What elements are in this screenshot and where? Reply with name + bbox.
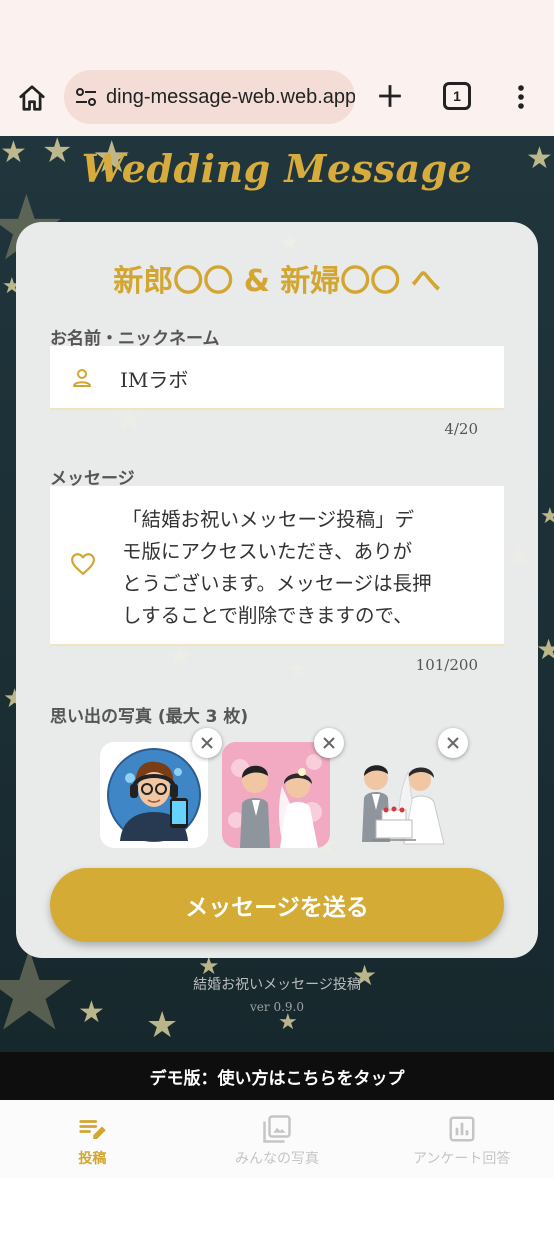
avatar-photo: [100, 742, 208, 848]
star-decoration: ★: [288, 658, 308, 683]
url-text: ding-message-web.web.app: [106, 85, 355, 108]
send-message-button[interactable]: メッセージを送る: [50, 868, 504, 942]
close-icon: [447, 737, 459, 749]
photo-thumbnail[interactable]: [346, 728, 468, 848]
cake-cutting-photo: [346, 742, 454, 848]
nav-label: みんなの写真: [235, 1151, 319, 1167]
app-version: ver 0.9.0: [250, 1000, 304, 1014]
new-tab-icon[interactable]: [373, 78, 407, 114]
star-decoration: ★: [540, 504, 554, 529]
name-value: IMラボ: [120, 368, 189, 392]
photo-library-icon: [263, 1115, 291, 1143]
star-decoration: ★: [536, 633, 554, 666]
remove-photo-button[interactable]: [314, 728, 344, 758]
nav-item-survey[interactable]: アンケート回答: [369, 1100, 554, 1178]
photos-label: 思い出の写真 (最大 3 枚): [50, 707, 249, 727]
couple-photo: [222, 742, 330, 848]
star-decoration: ★: [166, 639, 193, 674]
site-settings-icon[interactable]: [74, 86, 98, 108]
heart-icon: [70, 552, 96, 576]
nav-item-photos[interactable]: みんなの写真: [185, 1100, 370, 1178]
remove-photo-button[interactable]: [192, 728, 222, 758]
demo-guide-banner[interactable]: デモ版：使い方はこちらをタップ: [0, 1052, 554, 1100]
message-value: 「結婚お祝いメッセージ投稿」デ モ版にアクセスいただき、ありが とうございます。…: [122, 508, 432, 627]
nav-item-post[interactable]: 投稿: [0, 1100, 185, 1178]
name-char-counter: 4/20: [444, 420, 478, 438]
star-decoration: ★: [278, 1010, 298, 1035]
nav-label: 投稿: [78, 1151, 107, 1167]
photo-thumbnail[interactable]: [100, 728, 222, 848]
more-menu-icon[interactable]: [508, 80, 534, 114]
star-decoration: ★: [278, 228, 302, 258]
star-decoration: ★: [506, 539, 532, 572]
tab-switcher-button[interactable]: 1: [443, 82, 471, 110]
nav-label: アンケート回答: [412, 1151, 511, 1167]
tab-count: 1: [453, 88, 461, 104]
home-icon[interactable]: [14, 80, 50, 116]
person-icon: [70, 366, 94, 390]
close-icon: [323, 737, 335, 749]
name-field[interactable]: IMラボ: [50, 346, 504, 410]
page-background: ★ ★ ★ ★ ★ ★ ★ ★ ★ ★ ★ ★ ★ ★ ★ Wedding Me…: [0, 136, 554, 1052]
bottom-navigation: 投稿 みんなの写真 アンケート回答: [0, 1100, 554, 1178]
close-icon: [201, 737, 213, 749]
message-char-counter: 101/200: [415, 656, 478, 674]
message-field[interactable]: 「結婚お祝いメッセージ投稿」デ モ版にアクセスいただき、ありが とうございます。…: [50, 486, 504, 646]
bar-chart-icon: [449, 1116, 475, 1142]
remove-photo-button[interactable]: [438, 728, 468, 758]
footer-app-name: 結婚お祝いメッセージ投稿: [193, 977, 361, 993]
message-form-card: ★ ★ ★ ★ ★ ★ 新郎〇〇 & 新婦〇〇 へ お名前・ニックネーム IMラ…: [16, 222, 538, 958]
photo-thumbnail[interactable]: [222, 728, 344, 848]
recipient-heading: 新郎〇〇 & 新婦〇〇 へ: [113, 264, 441, 299]
app-title: Wedding Message: [81, 146, 473, 191]
edit-note-icon: [79, 1120, 107, 1139]
browser-toolbar: ding-message-web.web.app 1: [0, 0, 554, 136]
address-bar[interactable]: ding-message-web.web.app: [64, 70, 355, 124]
